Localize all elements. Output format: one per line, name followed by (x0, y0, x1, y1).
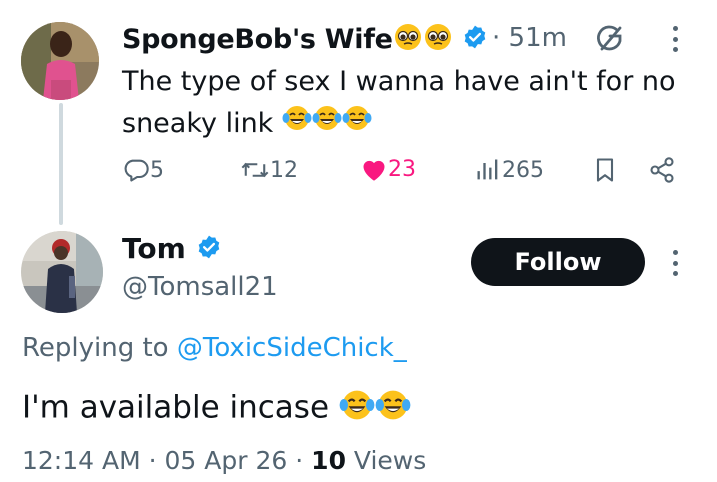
pleading-face-emoji (423, 22, 453, 59)
repost-count: 12 (270, 157, 298, 183)
pleading-face-emoji (393, 22, 423, 59)
tears-of-joy-emoji (375, 387, 411, 431)
avatar[interactable] (21, 22, 99, 100)
like-count: 23 (388, 156, 416, 182)
parent-tweet-text: The type of sex I wanna have ain't for n… (122, 61, 682, 146)
reply-author-handle[interactable]: @Tomsall21 (122, 272, 278, 302)
tears-of-joy-emoji (282, 103, 312, 146)
reply-meta-line: 12:14 AM · 05 Apr 26 · 10 Views (22, 446, 427, 475)
parent-timestamp[interactable]: · 51m (492, 23, 567, 53)
repost-button[interactable]: 12 (240, 156, 298, 184)
share-button[interactable] (648, 156, 676, 184)
replying-to-mention[interactable]: @ToxicSideChick_ (177, 333, 407, 363)
views-count: 265 (502, 157, 544, 183)
reply-icon (122, 156, 150, 184)
replying-to-line: Replying to @ToxicSideChick_ (22, 333, 407, 363)
reply-count: 5 (150, 157, 164, 183)
reply-views-label: Views (353, 446, 427, 475)
bookmark-icon (593, 156, 617, 184)
tears-of-joy-emoji (342, 103, 372, 146)
grok-icon[interactable] (593, 22, 627, 60)
heart-icon (360, 156, 388, 182)
reply-button[interactable]: 5 (122, 156, 164, 184)
tears-of-joy-emoji (312, 103, 342, 146)
follow-button[interactable]: Follow (471, 238, 645, 286)
share-icon (648, 156, 676, 184)
reply-views-count: 10 (311, 446, 346, 475)
verified-badge-icon[interactable] (462, 24, 488, 57)
like-button[interactable]: 23 (360, 156, 416, 182)
thread-connector-line (59, 103, 63, 225)
repost-icon (240, 156, 270, 184)
analytics-icon (474, 156, 502, 184)
parent-author-name[interactable]: SpongeBob's Wife (122, 22, 488, 59)
avatar[interactable] (21, 231, 103, 313)
reply-time[interactable]: 12:14 AM (22, 446, 141, 475)
bookmark-button[interactable] (593, 156, 617, 184)
reply-date[interactable]: 05 Apr 26 (165, 446, 288, 475)
reply-tweet-text: I'm available incase (22, 387, 411, 431)
more-options-icon[interactable] (672, 26, 678, 52)
reply-author-name[interactable]: Tom (122, 232, 222, 267)
tears-of-joy-emoji (339, 387, 375, 431)
views-button[interactable]: 265 (474, 156, 544, 184)
more-options-icon[interactable] (672, 250, 678, 276)
verified-badge-icon[interactable] (196, 234, 222, 267)
